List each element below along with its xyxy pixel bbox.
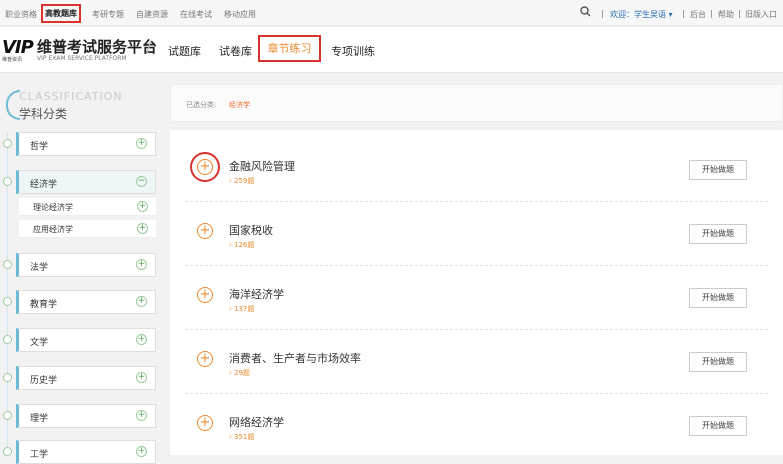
top-link-postgrad[interactable]: 考研专题 xyxy=(92,9,124,20)
separator: | xyxy=(682,9,685,18)
plus-circle-icon[interactable]: + xyxy=(197,351,213,367)
chapter-title[interactable]: 网络经济学 xyxy=(229,414,284,430)
list-item: + 消费者、生产者与市场效率 › 29题 开始做题 xyxy=(185,330,768,394)
plus-circle-icon[interactable]: + xyxy=(136,372,147,383)
subcategory-label: 应用经济学 xyxy=(33,225,73,234)
subcategory-theoretical-economics[interactable]: 理论经济学 + xyxy=(19,198,156,216)
start-practice-button[interactable]: 开始做题 xyxy=(689,160,747,180)
plus-circle-icon[interactable]: + xyxy=(136,334,147,345)
top-link-mobile[interactable]: 移动应用 xyxy=(224,9,256,20)
category-law[interactable]: 法学 + xyxy=(16,253,156,277)
timeline-dot xyxy=(3,335,12,344)
category-label: 工学 xyxy=(30,450,49,460)
plus-circle-icon[interactable]: + xyxy=(136,296,147,307)
start-practice-button[interactable]: 开始做题 xyxy=(689,416,747,436)
chapter-title[interactable]: 国家税收 xyxy=(229,222,273,238)
list-item: + 金融风险管理 › 259题 开始做题 xyxy=(185,138,768,202)
separator: | xyxy=(601,9,604,18)
category-label: 哲学 xyxy=(30,142,49,152)
plus-circle-icon[interactable]: + xyxy=(197,415,213,431)
nav-paper-bank[interactable]: 试卷库 xyxy=(219,43,252,59)
timeline-dot xyxy=(3,139,12,148)
category-label: 经济学 xyxy=(30,180,58,190)
separator: | xyxy=(710,9,713,18)
timeline-dot xyxy=(3,411,12,420)
top-link-help[interactable]: 帮助 xyxy=(718,9,734,20)
question-count: › 259题 xyxy=(229,177,255,185)
top-link-custom[interactable]: 自建资源 xyxy=(136,9,168,20)
question-count: › 29题 xyxy=(229,369,250,377)
plus-circle-icon[interactable]: + xyxy=(197,287,213,303)
timeline-dot xyxy=(3,297,12,306)
category-economics[interactable]: 经济学 − xyxy=(16,170,156,194)
nav-chapter-practice[interactable]: 章节练习 xyxy=(258,35,321,62)
start-practice-button[interactable]: 开始做题 xyxy=(689,288,747,308)
category-label: 理学 xyxy=(30,414,49,424)
header-divider: / xyxy=(146,37,152,56)
sidebar-header: CLASSIFICATION 学科分类 xyxy=(0,84,157,126)
header: VIP 维普资讯 维普考试服务平台 VIP EXAM SERVICE PLATF… xyxy=(0,27,783,73)
category-literature[interactable]: 文学 + xyxy=(16,328,156,352)
logo-mark[interactable]: VIP xyxy=(2,37,34,58)
start-practice-button[interactable]: 开始做题 xyxy=(689,224,747,244)
plus-circle-icon[interactable]: + xyxy=(136,446,147,457)
question-count: › 126题 xyxy=(229,241,255,249)
category-label: 法学 xyxy=(30,263,49,273)
user-welcome-menu[interactable]: 欢迎：学生吴语 ▾ xyxy=(610,9,673,20)
timeline-dot xyxy=(3,373,12,382)
subcategory-applied-economics[interactable]: 应用经济学 + xyxy=(19,220,156,238)
list-item: + 国家税收 › 126题 开始做题 xyxy=(185,202,768,266)
list-item: + 网络经济学 › 351题 开始做题 xyxy=(185,394,768,458)
category-education[interactable]: 教育学 + xyxy=(16,290,156,314)
plus-circle-icon[interactable]: + xyxy=(137,223,148,234)
sidebar-title-cn: 学科分类 xyxy=(19,107,68,121)
plus-circle-icon[interactable]: + xyxy=(136,410,147,421)
plus-circle-icon[interactable]: + xyxy=(197,223,213,239)
chapter-title[interactable]: 消费者、生产者与市场效率 xyxy=(229,350,361,366)
separator: | xyxy=(738,9,741,18)
logo-title[interactable]: 维普考试服务平台 xyxy=(37,36,157,57)
top-bar: 职业资格 高教题库 考研专题 自建资源 在线考试 移动应用 | 欢迎：学生吴语 … xyxy=(0,0,783,26)
selected-category-bar: 已选分类: 经济学 xyxy=(170,84,783,122)
chapter-title[interactable]: 金融风险管理 xyxy=(229,158,295,174)
timeline-dot xyxy=(3,177,12,186)
search-icon[interactable] xyxy=(580,6,591,19)
selected-category-value[interactable]: 经济学 xyxy=(229,100,250,110)
top-link-vocational[interactable]: 职业资格 xyxy=(5,9,37,20)
minus-circle-icon[interactable]: − xyxy=(136,176,147,187)
nav-special-training[interactable]: 专项训练 xyxy=(331,43,375,59)
nav-question-bank[interactable]: 试题库 xyxy=(168,43,201,59)
chapter-list: + 金融风险管理 › 259题 开始做题 + 国家税收 › 126题 开始做题 … xyxy=(170,130,783,455)
plus-circle-icon[interactable]: + xyxy=(136,259,147,270)
category-philosophy[interactable]: 哲学 + xyxy=(16,132,156,156)
category-engineering[interactable]: 工学 + xyxy=(16,440,156,464)
selected-category-label: 已选分类: xyxy=(186,101,217,109)
category-science[interactable]: 理学 + xyxy=(16,404,156,428)
category-history[interactable]: 历史学 + xyxy=(16,366,156,390)
plus-circle-icon[interactable]: + xyxy=(137,201,148,212)
plus-circle-icon[interactable]: + xyxy=(136,138,147,149)
top-link-online-exam[interactable]: 在线考试 xyxy=(180,9,212,20)
question-count: › 351题 xyxy=(229,433,255,441)
plus-circle-icon[interactable]: + xyxy=(197,159,213,175)
question-count: › 137题 xyxy=(229,305,255,313)
top-link-old-version[interactable]: 旧版入口 xyxy=(745,9,777,20)
timeline-dot xyxy=(3,260,12,269)
start-practice-button[interactable]: 开始做题 xyxy=(689,352,747,372)
top-link-admin[interactable]: 后台 xyxy=(690,9,706,20)
top-link-higher-ed[interactable]: 高教题库 xyxy=(41,4,81,23)
category-label: 教育学 xyxy=(30,300,58,310)
logo-subtitle: VIP EXAM SERVICE PLATFORM xyxy=(37,55,127,62)
category-label: 文学 xyxy=(30,338,49,348)
bracket-decoration xyxy=(6,90,20,120)
logo-small-text: 维普资讯 xyxy=(2,57,23,63)
sidebar-title-en: CLASSIFICATION xyxy=(19,90,123,103)
subcategory-label: 理论经济学 xyxy=(33,203,73,212)
category-label: 历史学 xyxy=(30,376,58,386)
list-item: + 海洋经济学 › 137题 开始做题 xyxy=(185,266,768,330)
chapter-title[interactable]: 海洋经济学 xyxy=(229,286,284,302)
